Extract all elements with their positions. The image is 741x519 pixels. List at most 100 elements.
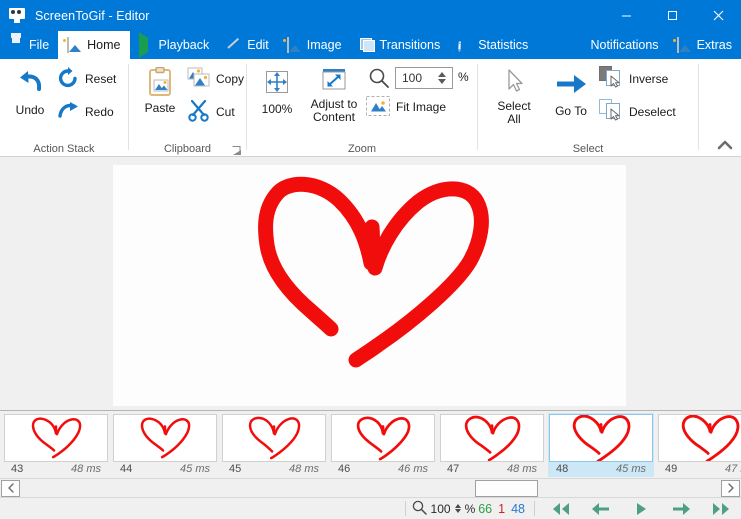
minimize-button[interactable] xyxy=(603,0,649,31)
chevron-up-icon[interactable] xyxy=(717,138,733,152)
play-button[interactable] xyxy=(621,499,661,519)
tab-statistics[interactable]: i Statistics xyxy=(449,31,537,59)
cursor-icon xyxy=(501,67,527,98)
frame-thumbnail-46[interactable]: 46 46 ms xyxy=(330,413,436,477)
preview-stage[interactable] xyxy=(0,157,741,410)
stepper-up-icon[interactable] xyxy=(454,504,461,508)
pencil-icon xyxy=(227,38,242,52)
inverse-selection-button[interactable]: Inverse xyxy=(598,63,690,94)
fit-image-label: Fit Image xyxy=(396,100,447,114)
scrollbar-track[interactable] xyxy=(21,479,720,497)
redo-button[interactable]: Redo xyxy=(56,97,124,127)
frame-number: 45 xyxy=(229,463,242,475)
copy-button[interactable]: Copy xyxy=(187,63,244,94)
stepper-down-icon[interactable] xyxy=(437,79,446,84)
screentogif-icon xyxy=(8,7,26,24)
frame-thumb-image xyxy=(222,414,326,462)
frame-meta: 44 45 ms xyxy=(113,462,217,476)
arrow-right-icon xyxy=(554,73,588,98)
tab-transitions[interactable]: Transitions xyxy=(351,31,450,59)
cut-button[interactable]: Cut xyxy=(187,96,244,127)
paste-button[interactable]: Paste xyxy=(133,63,187,121)
frame-number: 46 xyxy=(338,463,351,475)
play-icon xyxy=(138,32,154,58)
selected-frames-count: 1 xyxy=(498,501,506,516)
ribbon-group-zoom: 100% Adjust to Content Fit Image 100 % Z… xyxy=(247,59,477,156)
clipboard-dialog-launcher[interactable] xyxy=(232,143,242,155)
next-frame-button[interactable] xyxy=(661,499,701,519)
frame-duration: 45 ms xyxy=(616,463,646,475)
frame-thumb-image xyxy=(331,414,435,462)
frame-thumbnail-45[interactable]: 45 48 ms xyxy=(221,413,327,477)
zoom-100-label: 100% xyxy=(261,102,293,116)
scrollbar-thumb[interactable] xyxy=(475,479,538,497)
ribbon-group-select: Select All Go To Inverse Deselect Select xyxy=(478,59,698,156)
reset-arrow-icon xyxy=(56,66,80,93)
frame-duration: 48 ms xyxy=(289,463,319,475)
group-separator xyxy=(698,64,699,150)
tab-home[interactable]: Home xyxy=(58,31,130,59)
chevron-right-icon[interactable] xyxy=(721,479,740,497)
maximize-button[interactable] xyxy=(649,0,695,31)
close-button[interactable] xyxy=(695,0,741,31)
frame-number: 44 xyxy=(120,463,133,475)
frame-number: 48 xyxy=(556,463,569,475)
ribbon: Undo Reset Redo Action Stack Paste Copy … xyxy=(0,59,741,157)
window-title: ScreenToGif - Editor xyxy=(35,8,150,23)
last-frame-button[interactable] xyxy=(701,499,741,519)
status-zoom-stepper[interactable] xyxy=(454,504,461,513)
frame-thumbnail-49[interactable]: 49 47 ms xyxy=(657,413,741,477)
notification-icon xyxy=(570,38,585,52)
frame-canvas[interactable] xyxy=(113,165,626,406)
zoom-100-button[interactable]: 100% xyxy=(253,63,301,121)
undo-button[interactable]: Undo xyxy=(4,63,56,121)
next-frame-icon xyxy=(669,501,693,517)
fit-image-button[interactable]: Fit Image xyxy=(365,91,465,123)
first-frame-button[interactable] xyxy=(541,499,581,519)
frame-thumbnail-47[interactable]: 47 48 ms xyxy=(439,413,545,477)
tab-extras[interactable]: Extras xyxy=(668,31,741,59)
tab-notifications[interactable]: Notifications xyxy=(561,31,667,59)
zoom-level-stepper[interactable] xyxy=(434,72,449,84)
current-frame-index: 48 xyxy=(511,501,525,516)
tab-file[interactable]: File xyxy=(0,31,58,59)
magnifier-icon xyxy=(368,67,390,94)
status-zoom-control[interactable]: 100 % xyxy=(412,500,475,518)
tab-playback[interactable]: Playback xyxy=(130,31,219,59)
frame-number: 43 xyxy=(11,463,24,475)
redo-arrow-icon xyxy=(56,99,80,126)
deselect-button[interactable]: Deselect xyxy=(598,96,690,127)
screentogif-editor-window: ScreenToGif - Editor File Home Playback xyxy=(0,0,741,519)
last-frame-icon xyxy=(709,501,733,517)
ribbon-right-tabs: Notifications Extras xyxy=(561,31,741,59)
frame-thumbnail-43[interactable]: 43 48 ms xyxy=(3,413,109,477)
frame-list-scrollbar[interactable] xyxy=(0,478,741,497)
frame-thumb-image xyxy=(113,414,217,462)
frame-number: 47 xyxy=(447,463,460,475)
frame-list[interactable]: 43 48 ms 44 45 ms 45 48 ms 46 46 ms 47 4… xyxy=(0,410,741,478)
previous-frame-button[interactable] xyxy=(581,499,621,519)
tab-image[interactable]: Image xyxy=(278,31,351,59)
chevron-left-icon[interactable] xyxy=(1,479,20,497)
stepper-up-icon[interactable] xyxy=(437,72,446,77)
heart-drawing xyxy=(258,176,489,368)
select-all-button[interactable]: Select All xyxy=(486,63,542,126)
tab-edit[interactable]: Edit xyxy=(218,31,278,59)
frame-thumbnail-48[interactable]: 48 45 ms xyxy=(548,413,654,477)
reset-button[interactable]: Reset xyxy=(56,64,124,94)
go-to-button[interactable]: Go To xyxy=(544,63,598,125)
zoom-level-input[interactable]: 100 xyxy=(395,67,453,89)
copy-label: Copy xyxy=(216,71,245,86)
ribbon-tab-bar: File Home Playback Edit Image Transition… xyxy=(0,31,741,59)
frame-thumbnail-44[interactable]: 44 45 ms xyxy=(112,413,218,477)
ribbon-group-clipboard: Paste Copy Cut Clipboard xyxy=(129,59,246,156)
adjust-to-content-button[interactable]: Adjust to Content xyxy=(303,63,365,127)
stepper-down-icon[interactable] xyxy=(454,509,461,513)
zoom-percent-label: % xyxy=(458,70,469,84)
tab-file-label: File xyxy=(29,38,50,52)
zoom-100-icon xyxy=(262,68,292,99)
cut-label: Cut xyxy=(216,104,235,119)
tab-extras-label: Extras xyxy=(696,38,732,52)
image-icon xyxy=(67,37,82,53)
frame-meta: 49 47 ms xyxy=(658,462,741,476)
